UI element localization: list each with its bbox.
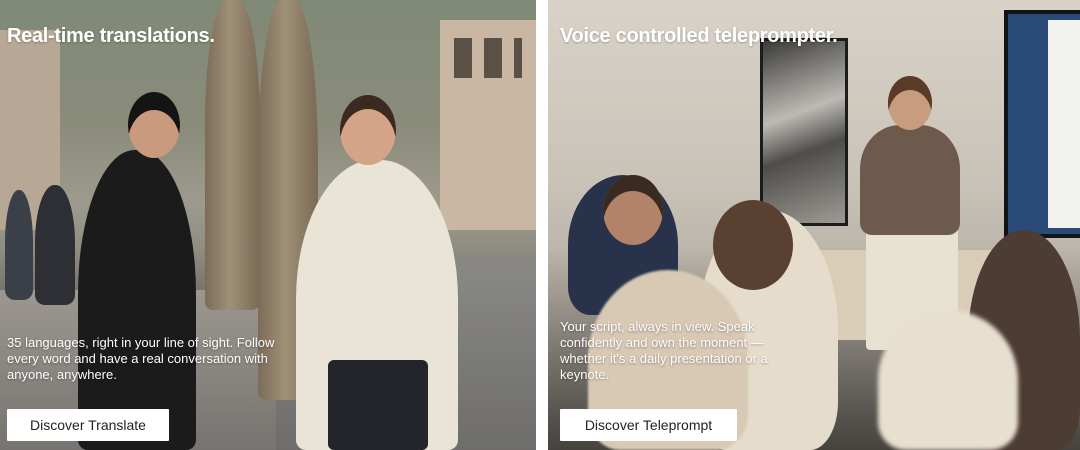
feature-cards: Real-time translations. 35 languages, ri… [0,0,1080,450]
teleprompt-card: Voice controlled teleprompter. Your scri… [548,0,1080,450]
card-description: Your script, always in view. Speak confi… [560,319,768,382]
card-title: Real-time translations. [7,24,215,47]
translate-card: Real-time translations. 35 languages, ri… [0,0,536,450]
discover-translate-button[interactable]: Discover Translate [7,409,169,441]
discover-teleprompt-button[interactable]: Discover Teleprompt [560,409,737,441]
card-description: 35 languages, right in your line of sigh… [7,335,275,382]
card-title: Voice controlled teleprompter. [560,24,838,47]
